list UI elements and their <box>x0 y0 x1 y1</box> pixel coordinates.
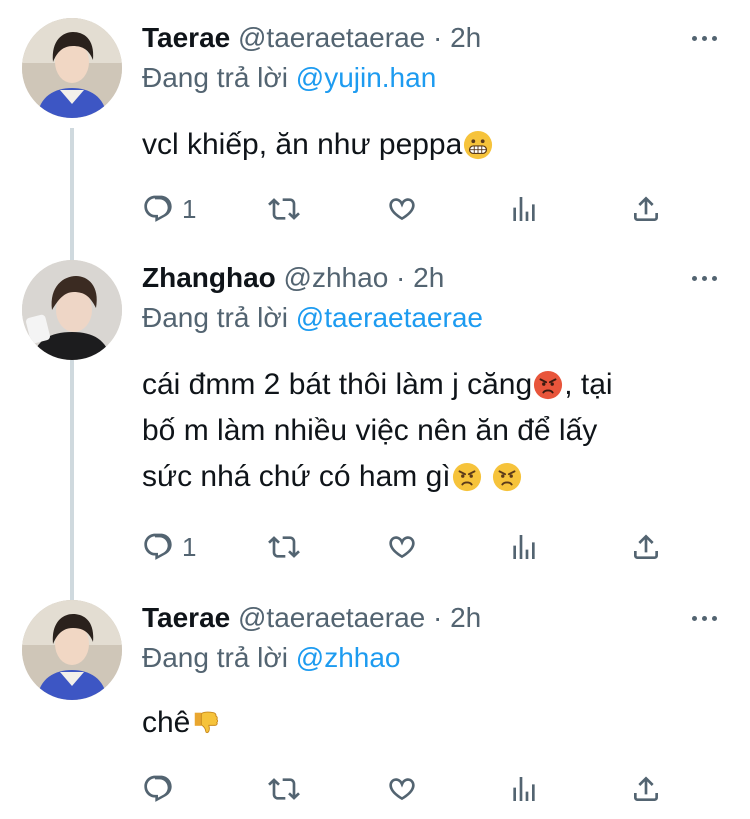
views-icon <box>508 531 540 563</box>
heart-icon <box>386 773 418 805</box>
tweet-text: cái đmm 2 bát thôi làm j căng , tại bố m … <box>142 362 722 500</box>
tweet-3[interactable]: Taerae @taeraetaerae · 2h Đang trả lời @… <box>0 580 750 819</box>
tweet-header: Taerae @taeraetaerae · 2h <box>142 598 481 638</box>
angry-face-emoji-icon <box>492 462 522 492</box>
reply-count: 1 <box>182 532 197 562</box>
share-icon <box>630 193 662 225</box>
timestamp[interactable]: 2h <box>413 262 444 293</box>
like-button[interactable] <box>386 530 418 564</box>
share-icon <box>630 773 662 805</box>
more-options-icon[interactable] <box>690 262 720 292</box>
action-bar: 1 <box>142 192 672 226</box>
timestamp[interactable]: 2h <box>450 22 481 53</box>
reply-icon <box>142 531 174 563</box>
tweet-2[interactable]: Zhanghao @zhhao · 2h Đang trả lời @taera… <box>0 240 750 580</box>
like-button[interactable] <box>386 192 418 226</box>
retweet-button[interactable] <box>268 192 300 226</box>
retweet-icon <box>268 773 300 805</box>
replying-prefix: Đang trả lời <box>142 62 288 93</box>
views-button[interactable] <box>508 530 540 564</box>
thumbs-down-emoji-icon <box>191 708 221 738</box>
retweet-icon <box>268 531 300 563</box>
tweet-1[interactable]: Taerae @taeraetaerae · 2h Đang trả lời @… <box>0 0 750 240</box>
views-button[interactable] <box>508 192 540 226</box>
user-handle[interactable]: @zhhao <box>284 262 389 293</box>
retweet-button[interactable] <box>268 530 300 564</box>
more-options-icon[interactable] <box>690 22 720 52</box>
pouting-face-emoji-icon <box>533 370 563 400</box>
avatar[interactable] <box>22 18 122 118</box>
replying-to: Đang trả lời @zhhao <box>142 638 400 678</box>
replying-to: Đang trả lời @yujin.han <box>142 58 436 98</box>
separator-dot: · <box>396 262 406 293</box>
like-button[interactable] <box>386 772 418 806</box>
reply-count: 1 <box>182 194 197 224</box>
views-icon <box>508 773 540 805</box>
views-button[interactable] <box>508 772 540 806</box>
share-button[interactable] <box>630 192 662 226</box>
retweet-button[interactable] <box>268 772 300 806</box>
replying-mention-link[interactable]: @zhhao <box>296 642 401 673</box>
tweet-header: Taerae @taeraetaerae · 2h <box>142 18 481 58</box>
replying-mention-link[interactable]: @yujin.han <box>296 62 437 93</box>
grimacing-emoji-icon <box>463 130 493 160</box>
replying-prefix: Đang trả lời <box>142 642 288 673</box>
more-options-icon[interactable] <box>690 602 720 632</box>
tweet-text-content: vcl khiếp, ăn như peppa <box>142 128 463 161</box>
avatar[interactable] <box>22 600 122 700</box>
separator-dot: · <box>433 602 443 633</box>
reply-icon <box>142 773 174 805</box>
share-button[interactable] <box>630 530 662 564</box>
timestamp[interactable]: 2h <box>450 602 481 633</box>
display-name[interactable]: Zhanghao <box>142 262 276 293</box>
tweet-text-line-2: bố m làm nhiều việc nên ăn để lấy <box>142 414 598 447</box>
views-icon <box>508 193 540 225</box>
share-icon <box>630 531 662 563</box>
action-bar: 1 <box>142 530 672 564</box>
display-name[interactable]: Taerae <box>142 602 230 633</box>
tweet-text-line-1-end: , tại <box>564 368 613 401</box>
heart-icon <box>386 193 418 225</box>
tweet-text: vcl khiếp, ăn như peppa <box>142 122 722 168</box>
user-handle[interactable]: @taeraetaerae <box>238 22 425 53</box>
replying-mention-link[interactable]: @taeraetaerae <box>296 302 483 333</box>
reply-button[interactable]: 1 <box>142 530 196 564</box>
action-bar <box>142 772 672 806</box>
reply-button[interactable] <box>142 772 182 806</box>
share-button[interactable] <box>630 772 662 806</box>
tweet-text-line-1: cái đmm 2 bát thôi làm j căng <box>142 368 533 401</box>
separator-dot: · <box>433 22 443 53</box>
display-name[interactable]: Taerae <box>142 22 230 53</box>
avatar[interactable] <box>22 260 122 360</box>
angry-face-emoji-icon <box>452 462 482 492</box>
tweet-text-content: chê <box>142 706 191 739</box>
user-handle[interactable]: @taeraetaerae <box>238 602 425 633</box>
reply-button[interactable]: 1 <box>142 192 196 226</box>
tweet-text-line-3: sức nhá chứ có ham gì <box>142 460 451 493</box>
replying-prefix: Đang trả lời <box>142 302 288 333</box>
retweet-icon <box>268 193 300 225</box>
heart-icon <box>386 531 418 563</box>
replying-to: Đang trả lời @taeraetaerae <box>142 298 483 338</box>
tweet-header: Zhanghao @zhhao · 2h <box>142 258 444 298</box>
reply-icon <box>142 193 174 225</box>
tweet-text: chê <box>142 700 722 746</box>
